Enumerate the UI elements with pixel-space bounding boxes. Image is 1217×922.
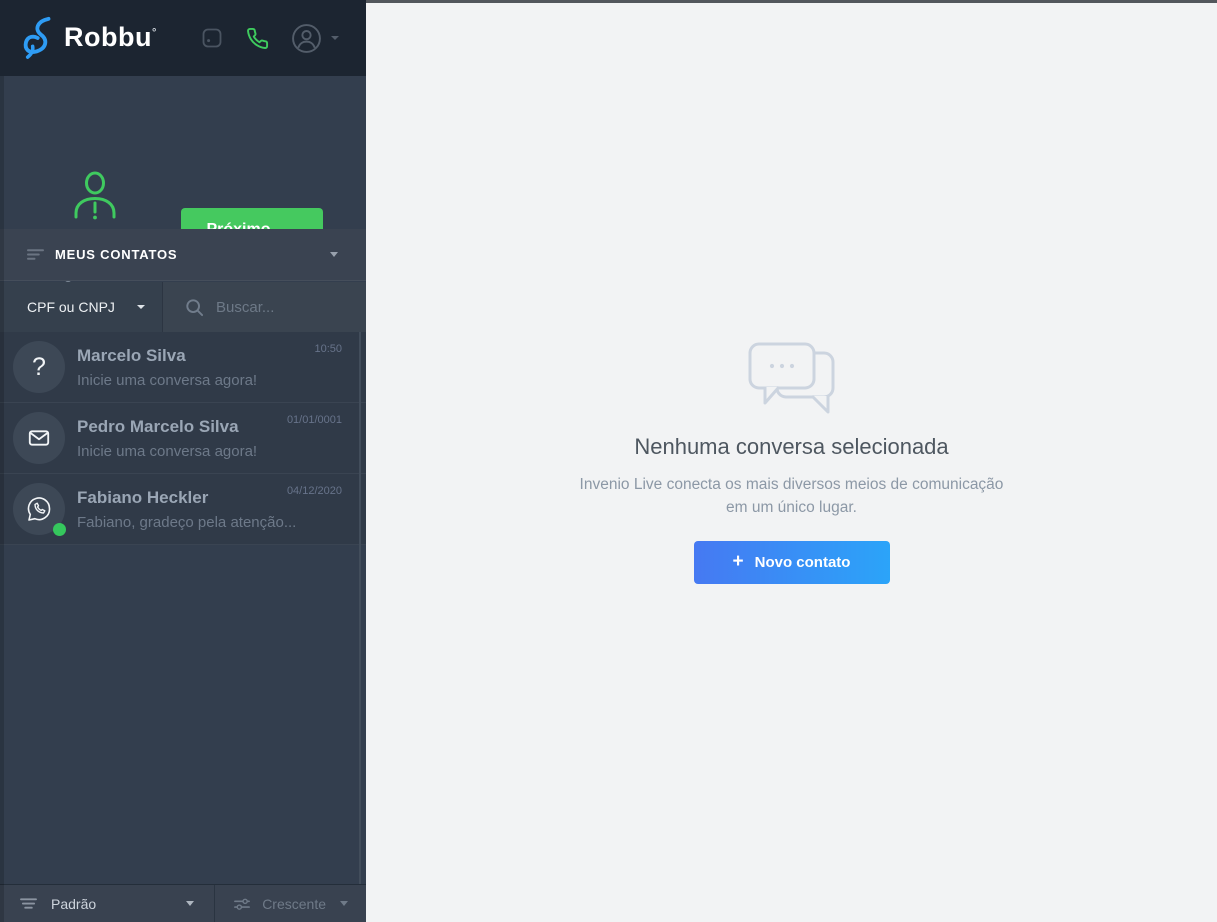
- contact-name: Pedro Marcelo Silva: [77, 417, 239, 437]
- contact-name: Fabiano Heckler: [77, 488, 208, 508]
- brand-name: Robbu°: [64, 22, 157, 53]
- sort-order-value: Crescente: [262, 896, 326, 912]
- sort-order-dropdown[interactable]: Crescente: [215, 885, 366, 922]
- user-avatar-icon[interactable]: [291, 23, 339, 54]
- chevron-down-icon: [330, 252, 338, 257]
- empty-state-subtitle-line1: Invenio Live conecta os mais diversos me…: [580, 473, 1004, 496]
- sort-footer-bar: Padrão Crescente: [0, 884, 366, 922]
- empty-state-subtitle: Invenio Live conecta os mais diversos me…: [580, 473, 1004, 520]
- app-window: Robbu°: [0, 0, 1217, 922]
- conversation-panel: Nenhuma conversa selecionada Invenio Liv…: [366, 0, 1217, 922]
- list-filter-icon: [27, 246, 44, 263]
- avatar: [13, 483, 65, 535]
- chevron-down-icon: [186, 901, 194, 906]
- chat-bubbles-icon: [741, 338, 843, 418]
- search-type-select[interactable]: CPF ou CNPJ: [0, 282, 163, 332]
- plus-icon: +: [733, 551, 744, 573]
- contact-preview: Inicie uma conversa agora!: [77, 372, 257, 389]
- chat-square-icon[interactable]: [200, 26, 224, 50]
- empty-state-subtitle-line2: em um único lugar.: [580, 496, 1004, 519]
- brand-mark: °: [152, 27, 157, 39]
- unknown-contact-icon: ?: [32, 353, 46, 382]
- contact-preview: Inicie uma conversa agora!: [77, 443, 257, 460]
- contact-list-scrollbar[interactable]: [359, 332, 361, 884]
- robbu-logo-icon: [21, 15, 61, 61]
- left-edge-shade: [0, 76, 4, 922]
- avatar: ?: [13, 341, 65, 393]
- contact-time: 01/01/0001: [287, 414, 342, 426]
- topbar: Robbu°: [0, 0, 366, 76]
- filter-lines-icon: [20, 896, 37, 911]
- chevron-down-icon: [331, 36, 339, 40]
- search-row: CPF ou CNPJ: [0, 282, 366, 332]
- empty-state: Nenhuma conversa selecionada Invenio Liv…: [366, 338, 1217, 584]
- sort-field-value: Padrão: [51, 896, 96, 912]
- sliders-icon: [233, 896, 251, 912]
- search-box: [163, 282, 366, 332]
- sort-field-dropdown[interactable]: Padrão: [0, 885, 215, 922]
- contact-preview: Fabiano, gradeço pela atenção...: [77, 514, 296, 531]
- contacts-section-title: MEUS CONTATOS: [55, 247, 177, 262]
- contacts-section-header[interactable]: MEUS CONTATOS: [0, 229, 366, 281]
- chevron-down-icon: [340, 901, 348, 906]
- search-input[interactable]: [216, 299, 346, 316]
- contact-list: ? Marcelo Silva Inicie uma conversa agor…: [0, 332, 366, 545]
- sidebar: Robbu°: [0, 0, 366, 922]
- new-contact-button-label: Novo contato: [755, 554, 851, 571]
- avatar: [13, 412, 65, 464]
- online-status-dot: [53, 523, 66, 536]
- contact-row-marcelo-silva[interactable]: ? Marcelo Silva Inicie uma conversa agor…: [0, 332, 366, 403]
- topbar-actions: [200, 0, 339, 76]
- contact-row-pedro-marcelo-silva[interactable]: Pedro Marcelo Silva Inicie uma conversa …: [0, 403, 366, 474]
- search-icon: [185, 298, 204, 317]
- contact-row-fabiano-heckler[interactable]: Fabiano Heckler Fabiano, gradeço pela at…: [0, 474, 366, 545]
- queue-section: 29 pessoas Aguardando Próximo →: [0, 76, 366, 229]
- contact-time: 04/12/2020: [287, 485, 342, 497]
- empty-state-title: Nenhuma conversa selecionada: [634, 434, 948, 460]
- contact-time: 10:50: [314, 343, 342, 355]
- waiting-person-icon: [72, 171, 118, 223]
- whatsapp-icon: [24, 494, 54, 524]
- new-contact-button[interactable]: + Novo contato: [694, 541, 890, 584]
- main-top-border: [366, 0, 1217, 3]
- search-type-value: CPF ou CNPJ: [27, 299, 115, 315]
- phone-icon[interactable]: [246, 27, 269, 50]
- email-icon: [26, 425, 52, 451]
- contact-name: Marcelo Silva: [77, 346, 186, 366]
- chevron-down-icon: [137, 305, 145, 309]
